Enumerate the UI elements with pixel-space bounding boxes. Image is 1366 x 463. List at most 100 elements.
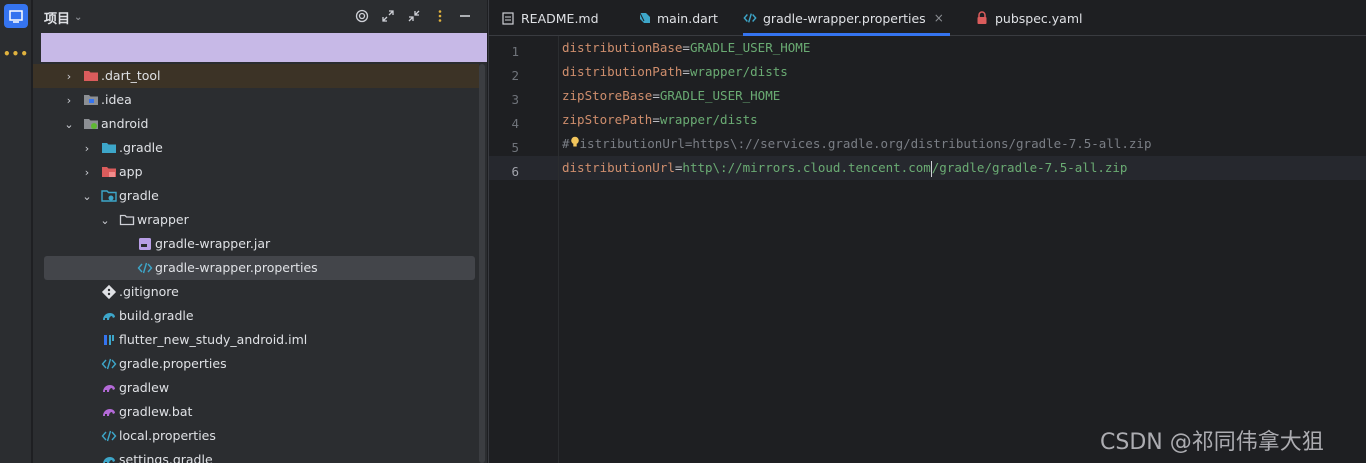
tab-pubspec[interactable]: pubspec.yaml (975, 0, 1082, 36)
tree-item-gradle-properties[interactable]: gradle.properties (33, 352, 481, 376)
iml-file-icon (104, 335, 114, 345)
chevron-right-icon[interactable]: › (81, 136, 93, 160)
code-line[interactable]: zipStoreBase=GRADLE_USER_HOME (562, 84, 780, 108)
tree-item-dart-tool[interactable]: › .dart_tool (33, 64, 481, 88)
tree-item-gradle[interactable]: ⌄ gradle (33, 184, 481, 208)
git-file-icon (101, 284, 117, 300)
comment-text: istributionUrl=https\://services.gradle.… (579, 136, 1152, 151)
folder-module-icon (102, 167, 116, 177)
markdown-file-icon (501, 11, 515, 25)
project-scrollbar[interactable] (479, 64, 485, 463)
chevron-right-icon[interactable]: › (63, 64, 75, 88)
project-title-dropdown[interactable]: 项目 ⌄ (44, 8, 82, 27)
code-line[interactable]: distributionBase=GRADLE_USER_HOME (562, 36, 810, 60)
tree-item-settings-gradle[interactable]: settings.gradle (33, 448, 481, 463)
line-number: 3 (511, 92, 519, 107)
equals-sign: = (682, 64, 690, 79)
tree-item-gradle-wrapper-properties[interactable]: gradle-wrapper.properties (44, 256, 475, 280)
tab-gradle-wrapper-properties[interactable]: gradle-wrapper.properties × (743, 0, 950, 36)
tab-label: pubspec.yaml (995, 10, 1083, 26)
code-line[interactable]: distributionPath=wrapper/dists (562, 60, 788, 84)
code-line-current[interactable]: distributionUrl=http\://mirrors.cloud.te… (562, 156, 1127, 180)
property-value: GRADLE_USER_HOME (689, 40, 811, 55)
tree-item-label: .gradle (119, 140, 163, 155)
tree-item-wrapper[interactable]: ⌄ wrapper (33, 208, 481, 232)
property-key: distributionPath (562, 64, 683, 79)
close-icon[interactable]: × (934, 11, 944, 25)
tree-item-gitignore[interactable]: .gitignore (33, 280, 481, 304)
project-panel: 项目 ⌄ › .dart_tool › .idea ⌄ android › .g… (33, 0, 487, 463)
tree-item-iml[interactable]: flutter_new_study_android.iml (33, 328, 481, 352)
line-number-current: 6 (511, 164, 519, 179)
property-key: zipStoreBase (562, 88, 653, 103)
code-line-comment[interactable]: # istributionUrl=https\://services.gradle… (562, 132, 1151, 156)
hide-panel-button[interactable] (455, 6, 475, 26)
folder-gradle-icon (102, 143, 116, 153)
scrollbar-thumb[interactable] (479, 64, 485, 463)
property-key: zipStorePath (562, 112, 653, 127)
project-icon (9, 10, 23, 23)
tree-item-label: settings.gradle (119, 452, 213, 463)
tree-item-label: .dart_tool (101, 68, 161, 83)
folder-excluded-icon (84, 71, 98, 81)
tree-item-gradlew[interactable]: gradlew (33, 376, 481, 400)
chevron-right-icon[interactable]: › (81, 160, 93, 184)
tab-label: main.dart (657, 10, 718, 26)
chevron-down-icon: ⌄ (74, 12, 83, 23)
watermark: CSDN @祁同伟拿大狙 (1100, 430, 1324, 455)
property-key: distributionUrl (562, 160, 675, 175)
expand-icon (382, 10, 394, 22)
lightbulb-icon[interactable] (570, 136, 580, 148)
gradlew-file-icon (103, 385, 115, 392)
tree-item-label: gradle-wrapper.jar (155, 236, 271, 251)
tree-item-app[interactable]: › app (33, 160, 481, 184)
tree-item-android[interactable]: ⌄ android (33, 112, 481, 136)
folder-android-icon (84, 119, 98, 129)
tree-item-label: flutter_new_study_android.iml (119, 332, 308, 347)
tree-item-build-gradle[interactable]: build.gradle (33, 304, 481, 328)
chevron-down-icon[interactable]: ⌄ (63, 112, 75, 136)
property-value: GRADLE_USER_HOME (659, 88, 781, 103)
property-value: http\://mirrors.cloud.tencent.com (682, 160, 931, 175)
tree-item-label: app (119, 164, 143, 179)
property-value: /gradle/gradle-7.5-all.zip (931, 160, 1128, 175)
dart-file-icon (637, 11, 651, 25)
tree-item-label: wrapper (137, 212, 189, 227)
project-tool-button[interactable] (4, 4, 28, 28)
chevron-down-icon[interactable]: ⌄ (99, 208, 111, 232)
tree-item-local-properties[interactable]: local.properties (33, 424, 481, 448)
tab-label: README.md (521, 10, 599, 26)
tree-item-dot-gradle[interactable]: › .gradle (33, 136, 481, 160)
code-line[interactable]: zipStorePath=wrapper/dists (562, 108, 758, 132)
tree-item-label: gradlew.bat (119, 404, 193, 419)
line-gutter: 1 2 3 4 5 6 (489, 36, 559, 463)
target-icon (355, 9, 369, 23)
tree-item-gradle-wrapper-jar[interactable]: gradle-wrapper.jar (33, 232, 481, 256)
tab-readme[interactable]: README.md (501, 0, 599, 36)
tab-main-dart[interactable]: main.dart (637, 0, 718, 36)
chevron-down-icon[interactable]: ⌄ (81, 184, 93, 208)
expand-all-button[interactable] (378, 6, 398, 26)
tree-item-idea[interactable]: › .idea (33, 88, 481, 112)
tree-item-label: gradlew (119, 380, 170, 395)
more-tools-button[interactable]: ••• (3, 42, 30, 66)
project-search-bar[interactable] (41, 33, 487, 62)
collapse-all-button[interactable] (404, 6, 424, 26)
line-number: 2 (511, 68, 519, 83)
more-icon: ••• (3, 47, 30, 61)
tree-item-label: local.properties (119, 428, 216, 443)
tree-item-label: .idea (101, 92, 132, 107)
jar-file-icon (139, 238, 151, 250)
minimize-icon (460, 15, 470, 17)
properties-file-icon (743, 11, 757, 25)
folder-gradle-icon (101, 190, 117, 202)
locate-file-button[interactable] (352, 6, 372, 26)
kebab-menu-icon (438, 10, 442, 22)
chevron-right-icon[interactable]: › (63, 88, 75, 112)
gradle-file-icon (103, 457, 115, 463)
tree-item-gradlew-bat[interactable]: gradlew.bat (33, 400, 481, 424)
options-button[interactable] (430, 6, 450, 26)
tree-item-label: build.gradle (119, 308, 194, 323)
properties-file-icon (137, 262, 153, 274)
folder-idea-icon (84, 95, 98, 105)
